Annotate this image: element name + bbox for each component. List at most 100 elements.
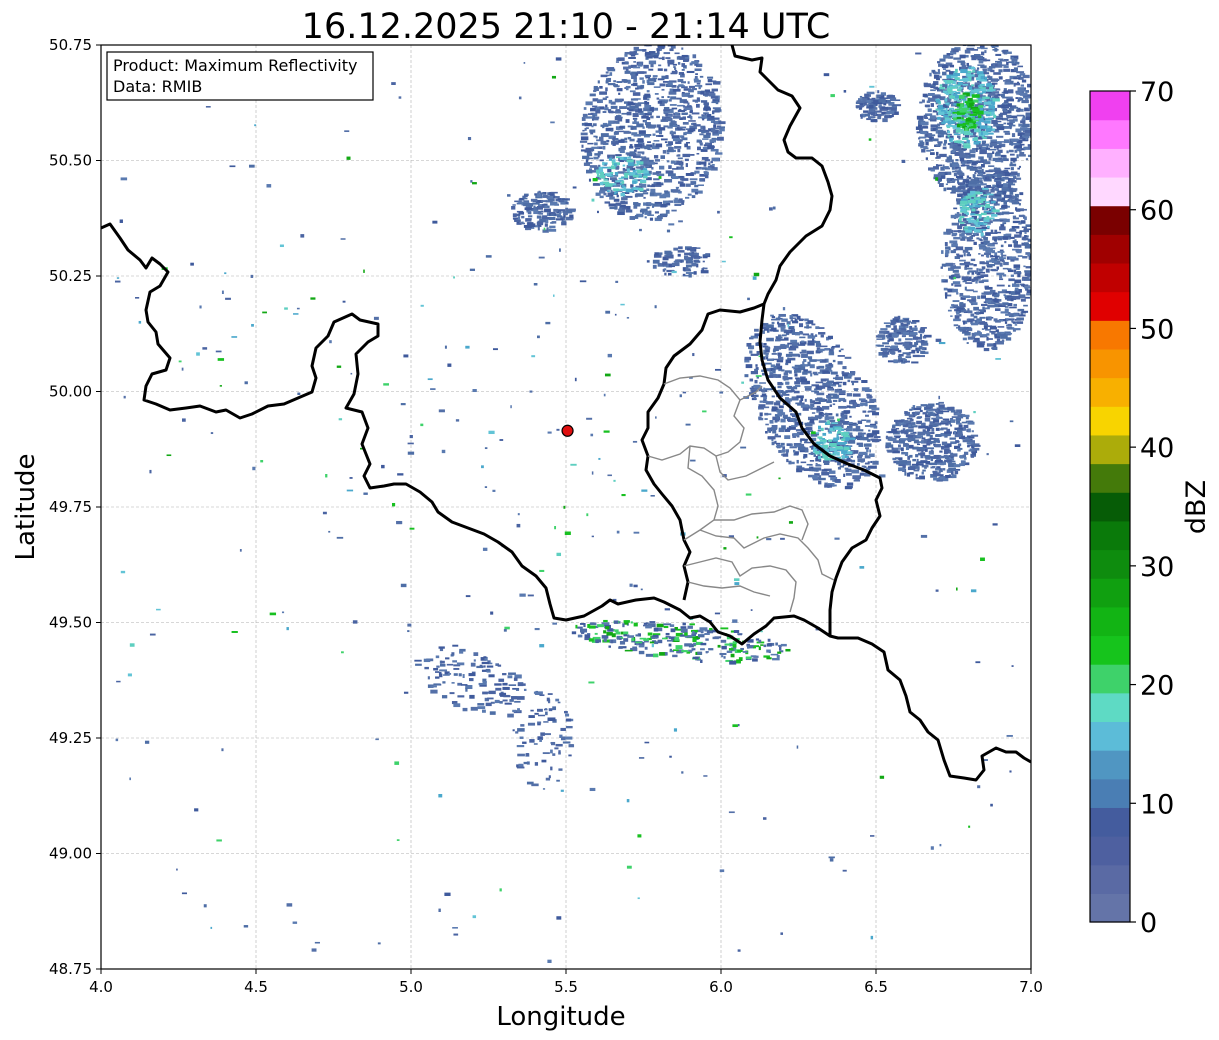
echo-cell — [989, 43, 991, 45]
echo-cell — [968, 825, 971, 828]
echo-cell — [1003, 122, 1007, 125]
echo-cell — [328, 530, 331, 533]
echo-cell — [980, 239, 983, 241]
echo-cell — [707, 145, 715, 150]
echo-cell — [942, 83, 948, 87]
echo-cell — [841, 455, 845, 459]
echo-cell — [673, 124, 678, 127]
echo-cell — [221, 748, 224, 752]
echo-cell — [1002, 302, 1009, 306]
echo-cell — [666, 152, 670, 155]
echo-cell — [969, 198, 975, 201]
echo-cell — [816, 464, 820, 466]
echo-cell — [809, 445, 814, 448]
echo-cell — [603, 178, 608, 181]
echo-cell — [820, 427, 824, 432]
echo-cell — [781, 391, 788, 394]
echo-cell — [664, 141, 668, 144]
echo-cell — [667, 114, 672, 117]
echo-cell — [605, 71, 609, 74]
echo-cell — [979, 45, 985, 48]
echo-cell — [837, 466, 841, 470]
echo-cell — [1031, 129, 1037, 131]
echo-cell — [802, 371, 808, 375]
echo-cell — [764, 418, 768, 420]
echo-cell — [944, 459, 952, 463]
echo-cell — [639, 86, 643, 89]
echo-cell — [827, 387, 834, 391]
echo-cell — [1009, 256, 1017, 260]
echo-cell — [178, 360, 182, 363]
echo-cell — [817, 351, 821, 354]
echo-cell — [962, 77, 969, 82]
echo-cell — [992, 189, 999, 191]
echo-cell — [997, 291, 1006, 294]
echo-cell — [971, 430, 974, 433]
echo-cell — [930, 457, 934, 462]
echo-cell — [935, 589, 939, 592]
echo-cell — [708, 93, 716, 97]
echo-cell — [866, 99, 872, 103]
echo-cell — [980, 157, 984, 161]
echo-cell — [674, 52, 680, 55]
echo-cell — [696, 97, 700, 101]
echo-cell — [802, 333, 810, 336]
echo-cell — [1025, 90, 1030, 93]
echo-cell — [959, 259, 966, 262]
echo-cell — [955, 159, 959, 162]
echo-cell — [771, 316, 776, 319]
echo-cell — [588, 178, 591, 182]
echo-cell — [777, 381, 783, 385]
echo-cell — [869, 398, 877, 403]
echo-cell — [945, 107, 948, 112]
echo-cell — [988, 156, 992, 161]
echo-cell — [646, 101, 650, 105]
echo-cell — [677, 157, 683, 160]
echo-cell — [612, 142, 616, 146]
echo-cell — [942, 71, 947, 76]
echo-cell — [682, 121, 689, 125]
echo-cell — [1026, 293, 1031, 296]
echo-cell — [657, 45, 666, 48]
echo-cell — [883, 103, 887, 106]
echo-cell — [129, 643, 135, 647]
echo-cell — [600, 140, 607, 145]
echo-cell — [994, 63, 998, 67]
echo-cell — [772, 429, 777, 434]
echo-cell — [796, 435, 800, 438]
echo-cell — [711, 96, 719, 99]
echo-cell — [660, 138, 668, 141]
echo-cell — [648, 68, 654, 71]
echo-cell — [962, 295, 970, 299]
echo-cell — [988, 105, 993, 109]
echo-cell — [948, 451, 952, 453]
echo-cell — [956, 254, 964, 258]
echo-cell — [536, 221, 544, 226]
echo-cell — [968, 177, 972, 180]
echo-cell — [920, 121, 929, 126]
echo-cell — [872, 430, 880, 434]
echo-cell — [983, 101, 992, 105]
echo-cell — [1015, 267, 1020, 270]
echo-cell — [937, 69, 940, 73]
echo-cell — [968, 184, 976, 187]
echo-cell — [1017, 87, 1025, 92]
echo-cell — [940, 266, 943, 269]
echo-cell — [1013, 67, 1018, 72]
echo-cell — [962, 337, 967, 341]
echo-cell — [852, 393, 861, 397]
echo-cell — [674, 67, 677, 70]
echo-cell — [1022, 74, 1030, 79]
echo-cell — [667, 173, 676, 177]
echo-cell — [944, 102, 949, 105]
echo-cell — [850, 455, 853, 458]
echo-cell — [986, 453, 989, 456]
echo-cell — [646, 206, 650, 209]
echo-cell — [961, 107, 970, 111]
echo-cell — [626, 168, 630, 172]
echo-cell — [981, 303, 988, 306]
echo-cell — [1021, 79, 1027, 83]
echo-cell — [953, 207, 958, 210]
echo-cell — [1013, 295, 1021, 300]
echo-cell — [655, 171, 662, 174]
